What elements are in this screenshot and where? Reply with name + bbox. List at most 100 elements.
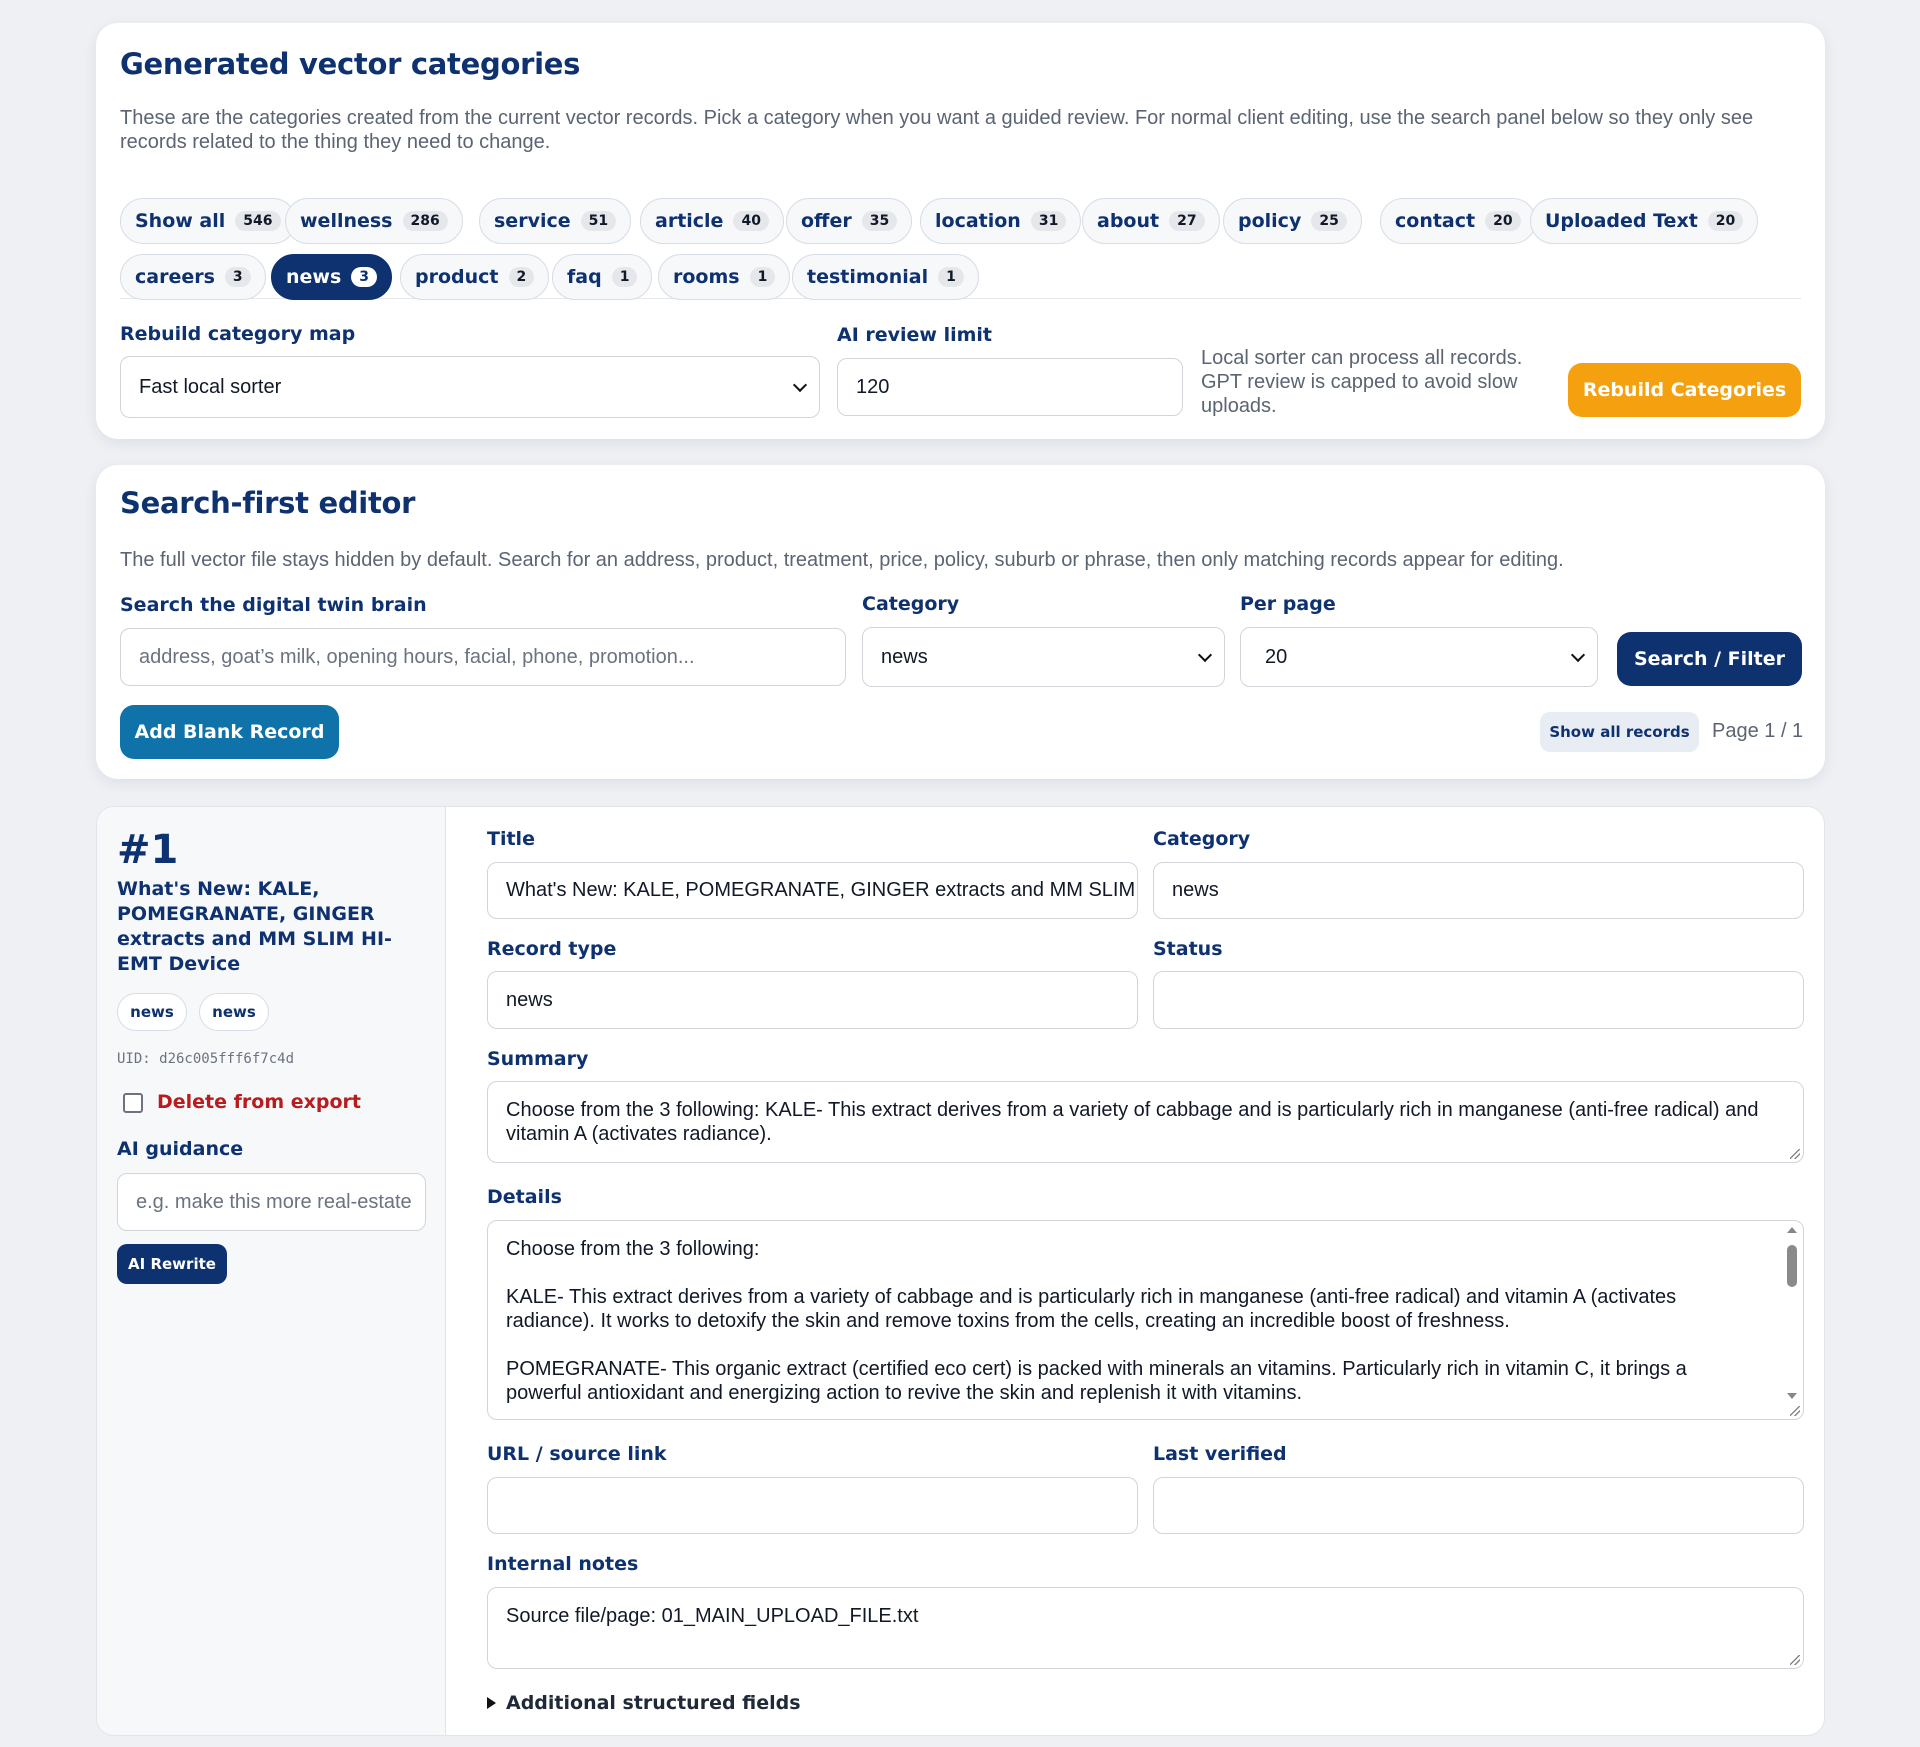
category-pill-count: 3 [351,267,378,287]
per-page-value: 20 [1265,645,1288,668]
notes-textarea[interactable]: Source file/page: 01_MAIN_UPLOAD_FILE.tx… [487,1587,1804,1669]
tag-pill: news [117,993,187,1031]
delete-checkbox[interactable] [123,1093,143,1113]
ai-limit-input[interactable]: 120 [837,358,1183,416]
resize-handle-icon[interactable] [1790,1655,1800,1665]
record-sidebar: #1 What's New: KALE, POMEGRANATE, GINGER… [97,807,446,1735]
category-pill-label: Show all [135,210,226,232]
search-title: Search-first editor [120,486,416,520]
category-pill-faq[interactable]: faq 1 [552,254,653,300]
search-description: The full vector file stays hidden by def… [120,549,1564,571]
url-input[interactable] [487,1477,1138,1534]
category-pill-count: 25 [1311,211,1347,231]
category-pill-count: 35 [861,211,898,231]
ai-guidance-label: AI guidance [117,1138,244,1160]
summary-textarea[interactable]: Choose from the 3 following: KALE- This … [487,1081,1804,1163]
show-all-records-button[interactable]: Show all records [1540,712,1699,752]
category-value: news [1172,879,1219,901]
category-pill-count: 27 [1169,211,1205,231]
category-pill-count: 546 [235,211,281,231]
category-pill-label: faq [567,266,602,288]
category-pill-contact[interactable]: contact 20 [1380,198,1536,244]
category-pill-count: 2 [508,267,535,287]
category-pill-count: 1 [938,267,964,287]
category-pill-policy[interactable]: policy 25 [1223,198,1362,244]
category-pill-label: careers [135,266,215,288]
category-pill-location[interactable]: location 31 [920,198,1082,244]
title-input[interactable]: What's New: KALE, POMEGRANATE, GINGER ex… [487,862,1138,919]
status-label: Status [1153,938,1223,960]
chevron-down-icon [1570,647,1586,663]
rebuild-select-value: Fast local sorter [139,375,282,398]
ai-limit-label: AI review limit [837,324,993,346]
details-paragraph: POMEGRANATE- This organic extract (certi… [506,1358,1687,1404]
category-pill-uploaded-text[interactable]: Uploaded Text 20 [1530,198,1759,244]
category-label: Category [1153,828,1251,850]
title-label: Title [487,828,535,850]
search-input[interactable]: address, goat’s milk, opening hours, fac… [120,628,846,686]
category-pill-label: testimonial [807,266,929,288]
category-pill-careers[interactable]: careers 3 [120,254,266,300]
verified-input[interactable] [1153,1477,1804,1534]
scroll-up-icon[interactable] [1787,1227,1797,1233]
resize-handle-icon[interactable] [1790,1149,1800,1159]
category-pill-count: 20 [1707,211,1744,231]
record-type-value: news [506,988,553,1011]
delete-label[interactable]: Delete from export [157,1091,361,1113]
category-pill-rooms[interactable]: rooms 1 [658,254,791,300]
details-textarea[interactable]: Choose from the 3 following: KALE- This … [487,1220,1804,1420]
category-pill-label: product [415,266,499,288]
search-filter-button[interactable]: Search / Filter [1617,632,1802,686]
category-pill-label: contact [1395,210,1476,232]
page-info: Page 1 / 1 [1712,720,1804,742]
category-pill-label: Uploaded Text [1545,210,1698,232]
status-input[interactable] [1153,971,1804,1029]
summary-value: Choose from the 3 following: KALE- This … [506,1099,1759,1145]
add-blank-record-button[interactable]: Add Blank Record [120,705,339,759]
categories-card: Generated vector categories These are th… [96,23,1825,439]
details-scrollbar[interactable] [1783,1223,1801,1403]
search-label: Search the digital twin brain [120,594,427,616]
category-pill-label: policy [1238,210,1302,232]
category-pill-news[interactable]: news 3 [271,254,393,300]
tag-pill: news [199,993,269,1031]
category-input[interactable]: news [1153,862,1804,919]
additional-fields-label: Additional structured fields [506,1692,801,1714]
ai-rewrite-button[interactable]: AI Rewrite [117,1244,227,1284]
category-pill-label: article [655,210,724,232]
search-card: Search-first editor The full vector file… [96,465,1825,779]
rebuild-categories-button[interactable]: Rebuild Categories [1568,363,1801,417]
category-pill-show-all[interactable]: Show all 546 [120,198,296,244]
category-pill-count: 3 [224,267,251,287]
category-filter-label: Category [862,593,960,615]
category-filter-select[interactable]: news [862,627,1225,687]
chevron-down-icon [1197,647,1213,663]
category-pill-article[interactable]: article 40 [640,198,784,244]
scroll-down-icon[interactable] [1787,1393,1797,1399]
category-pill-wellness[interactable]: wellness 286 [285,198,463,244]
category-pill-product[interactable]: product 2 [400,254,550,300]
record-type-input[interactable]: news [487,971,1138,1029]
additional-fields-toggle[interactable]: Additional structured fields [487,1692,801,1714]
rebuild-select[interactable]: Fast local sorter [120,356,820,418]
per-page-label: Per page [1240,593,1336,615]
details-paragraph: Choose from the 3 following: [506,1238,760,1260]
categories-title: Generated vector categories [120,47,581,81]
notes-value: Source file/page: 01_MAIN_UPLOAD_FILE.tx… [506,1605,919,1627]
category-pill-about[interactable]: about 27 [1082,198,1220,244]
record-heading: What's New: KALE, POMEGRANATE, GINGER ex… [117,878,392,975]
category-pill-count: 31 [1030,211,1067,231]
resize-handle-icon[interactable] [1790,1406,1800,1416]
category-pill-count: 51 [580,211,617,231]
search-placeholder: address, goat’s milk, opening hours, fac… [139,645,695,668]
category-pill-testimonial[interactable]: testimonial 1 [792,254,979,300]
categories-description: These are the categories created from th… [120,107,1754,153]
category-pill-offer[interactable]: offer 35 [786,198,913,244]
category-pill-label: wellness [300,210,393,232]
scrollbar-thumb[interactable] [1787,1245,1797,1287]
category-pill-service[interactable]: service 51 [479,198,632,244]
record-card: #1 What's New: KALE, POMEGRANATE, GINGER… [96,806,1825,1736]
per-page-select[interactable]: 20 [1240,627,1598,687]
verified-label: Last verified [1153,1443,1287,1465]
ai-guidance-input[interactable]: e.g. make this more real-estate [117,1173,426,1231]
